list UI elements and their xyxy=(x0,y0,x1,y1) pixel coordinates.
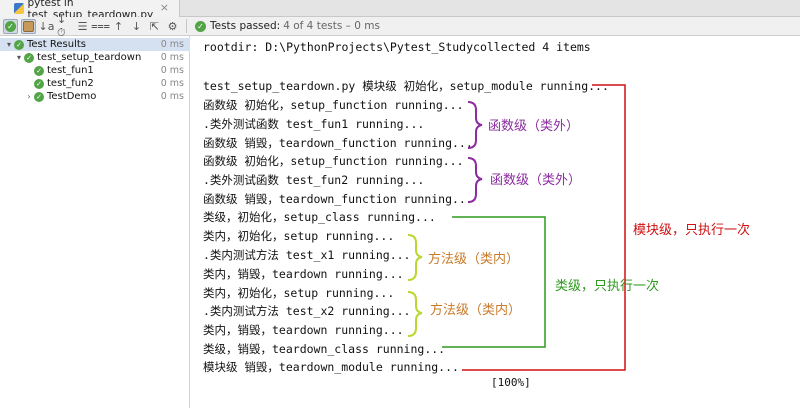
brace-method-inside-1 xyxy=(407,234,423,281)
annotation-method-inside-1: 方法级（类内） xyxy=(428,252,520,267)
annotation-function-outside-2: 函数级（类外） xyxy=(490,173,582,188)
brace-method-inside-2 xyxy=(407,291,423,337)
annotation-function-outside-1: 函数级（类外） xyxy=(488,119,580,134)
annotation-overlay xyxy=(407,84,626,371)
bracket-class-once xyxy=(442,216,546,348)
annotation-method-inside-2: 方法级（类内） xyxy=(430,303,522,318)
brace-function-outside-1 xyxy=(467,101,483,149)
annotation-class-once: 类级，只执行一次 xyxy=(555,279,660,294)
annotation-module-once: 模块级，只执行一次 xyxy=(633,223,751,238)
brace-function-outside-2 xyxy=(467,157,483,203)
